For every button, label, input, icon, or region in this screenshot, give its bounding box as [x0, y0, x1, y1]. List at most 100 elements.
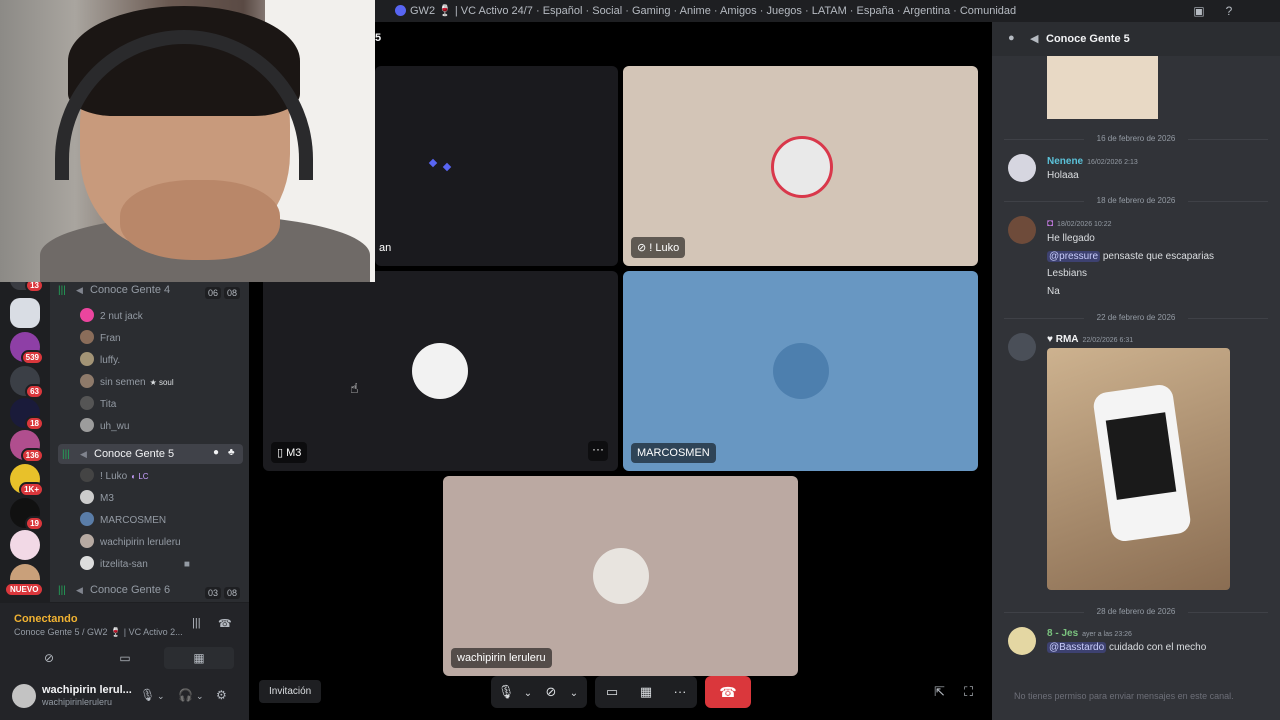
role-tag-text: RMA [1055, 334, 1079, 345]
microphone-icon[interactable]: 🎙 [140, 688, 155, 702]
screen-share-icon[interactable]: ▭ [595, 676, 629, 708]
avatar [80, 468, 94, 482]
image-attachment-phone[interactable] [1047, 348, 1230, 590]
server-icon-silhouette[interactable] [10, 298, 40, 328]
role-icon: ◘ [1047, 218, 1054, 229]
message-avatar[interactable] [1008, 333, 1036, 361]
channel-name: Conoce Gente 5 [94, 448, 175, 460]
user-panel: wachipirin lerul... wachipirinleruleru 🎙… [0, 674, 249, 720]
message-author[interactable]: ♥ RMA 22/02/2026 6:31 [1047, 334, 1133, 345]
voice-channel-conoce-gente-6[interactable]: ||| ◀ Conoce Gente 6 03 08 [58, 584, 243, 604]
server-icon-pink[interactable]: 136 [10, 430, 44, 463]
image-attachment-cats[interactable] [1047, 56, 1158, 119]
add-member-icon[interactable]: ♣ [228, 447, 235, 458]
webcam-overlay [0, 0, 375, 282]
server-icon-character[interactable] [10, 530, 40, 560]
voice-member[interactable]: MARCOSMEN [80, 512, 166, 532]
fullscreen-icon[interactable]: ⛶ [964, 684, 973, 700]
headphones-icon[interactable]: 🎧 [178, 688, 193, 702]
speaker-icon: ◀ [1030, 33, 1039, 45]
voice-member[interactable]: sin semen ★ soul [80, 374, 174, 394]
more-options-button[interactable]: ··· [588, 441, 608, 461]
avatar [80, 490, 94, 504]
member-name: wachipirin leruleru [100, 537, 181, 548]
popout-icon[interactable]: ⇱ [934, 684, 945, 700]
server-icon-partial-bottom[interactable] [10, 564, 40, 580]
server-icon-dark[interactable]: 18 [10, 398, 44, 431]
message-time: 22/02/2026 6:31 [1082, 337, 1134, 344]
activities-button[interactable]: ▦ [164, 647, 234, 669]
member-tag-text: soul [158, 378, 174, 387]
activities-icon[interactable]: ▦ [629, 676, 663, 708]
message-text-body: cuidado con el mecho [1108, 642, 1207, 653]
member-name: luffy. [100, 355, 121, 366]
participant-tile[interactable]: wachipirin leruleru [443, 476, 798, 676]
chevron-down-icon[interactable]: ⌄ [521, 678, 535, 710]
chevron-down-icon[interactable]: ⌄ [567, 678, 581, 710]
user-avatar[interactable] [12, 684, 36, 708]
voice-member[interactable]: Tita [80, 396, 116, 416]
invite-button[interactable]: Invitación [259, 680, 322, 703]
voice-member[interactable]: ! Luko ◐ LC [80, 468, 149, 488]
noise-suppression-icon[interactable]: ||| [192, 617, 201, 629]
video-off-button[interactable]: ⊘ [14, 647, 84, 669]
server-icon-text[interactable]: 63 [10, 366, 44, 399]
message-text: @Basstardo cuidado con el mecho [1047, 642, 1206, 653]
new-badge[interactable]: NUEVO [6, 584, 43, 595]
disconnect-button[interactable]: ☎ [705, 676, 751, 708]
participant-tile[interactable]: ⊘ ! Luko [623, 66, 978, 266]
message-time: 18/02/2026 10:22 [1057, 221, 1112, 228]
inbox-icon[interactable]: ▣ [1192, 4, 1206, 18]
microphone-icon[interactable]: 🎙 [491, 676, 521, 708]
avatar [80, 352, 94, 366]
participant-avatar [412, 343, 468, 399]
date-divider: 16 de febrero de 2026 [1004, 134, 1268, 143]
author-name: 8 - Jes [1047, 628, 1079, 639]
voice-member[interactable]: M3 [80, 490, 114, 510]
voice-member[interactable]: uh_wu [80, 418, 129, 438]
chevron-down-icon[interactable]: ⌄ [157, 691, 165, 702]
loading-dot [442, 162, 452, 172]
user-display-name[interactable]: wachipirin lerul... [42, 684, 132, 696]
settings-gear-icon[interactable]: ⚙ [216, 688, 227, 702]
message-author[interactable]: ◘ 18/02/2026 10:22 [1047, 218, 1112, 229]
disconnect-icon[interactable]: ☎ [218, 617, 232, 630]
connection-location[interactable]: Conoce Gente 5 / GW2 🍷 | VC Activo 2... [14, 627, 184, 638]
unread-badge: 136 [20, 448, 44, 463]
voice-member[interactable]: wachipirin leruleru [80, 534, 181, 554]
avatar [80, 308, 94, 322]
participant-tile[interactable]: ▯ M3 ··· [263, 271, 618, 471]
screen-share-button[interactable]: ▭ [90, 647, 160, 669]
message-avatar[interactable] [1008, 154, 1036, 182]
message-author[interactable]: 8 - Jes ayer a las 23:26 [1047, 628, 1132, 639]
voice-member[interactable]: luffy. [80, 352, 120, 372]
chevron-down-icon[interactable]: ⌄ [196, 691, 204, 702]
user-mention[interactable]: @pressure [1047, 251, 1101, 262]
chat-bubble-icon[interactable]: ● [213, 447, 219, 458]
voice-channel-conoce-gente-4[interactable]: ||| ◀ Conoce Gente 4 06 08 [58, 284, 243, 304]
voice-member[interactable]: itzelita-san ■ [80, 556, 190, 576]
unread-badge: 539 [20, 350, 44, 365]
message-avatar[interactable] [1008, 627, 1036, 655]
server-rail: 13 539 63 18 136 1K+ 19 [0, 278, 50, 600]
server-icon-yellow[interactable]: 1K+ [10, 464, 44, 497]
voice-member[interactable]: Fran [80, 330, 121, 350]
user-mention[interactable]: @Basstardo [1047, 642, 1107, 653]
message-text: Na [1047, 286, 1060, 297]
message-author[interactable]: Nenene 16/02/2026 2:13 [1047, 156, 1138, 167]
participant-tile[interactable]: an [375, 66, 618, 266]
participant-tile[interactable]: MARCOSMEN [623, 271, 978, 471]
server-icon-black[interactable]: 19 [10, 498, 44, 531]
connection-status[interactable]: Conectando [14, 613, 78, 625]
voice-channel-conoce-gente-5[interactable]: ||| ◀ Conoce Gente 5 ● ♣ [58, 444, 243, 464]
more-options-icon[interactable]: ··· [663, 676, 697, 708]
message-avatar[interactable] [1008, 216, 1036, 244]
camera-off-icon[interactable]: ⊘ [535, 676, 567, 708]
avatar [80, 418, 94, 432]
channel-name: Conoce Gente 4 [90, 284, 171, 296]
voice-member[interactable]: 2 nut jack [80, 308, 143, 328]
server-icon-purple[interactable]: 539 [10, 332, 44, 365]
unread-badge: 1K+ [19, 482, 44, 497]
help-icon[interactable]: ? [1222, 4, 1236, 18]
user-handle: wachipirinleruleru [42, 697, 113, 707]
